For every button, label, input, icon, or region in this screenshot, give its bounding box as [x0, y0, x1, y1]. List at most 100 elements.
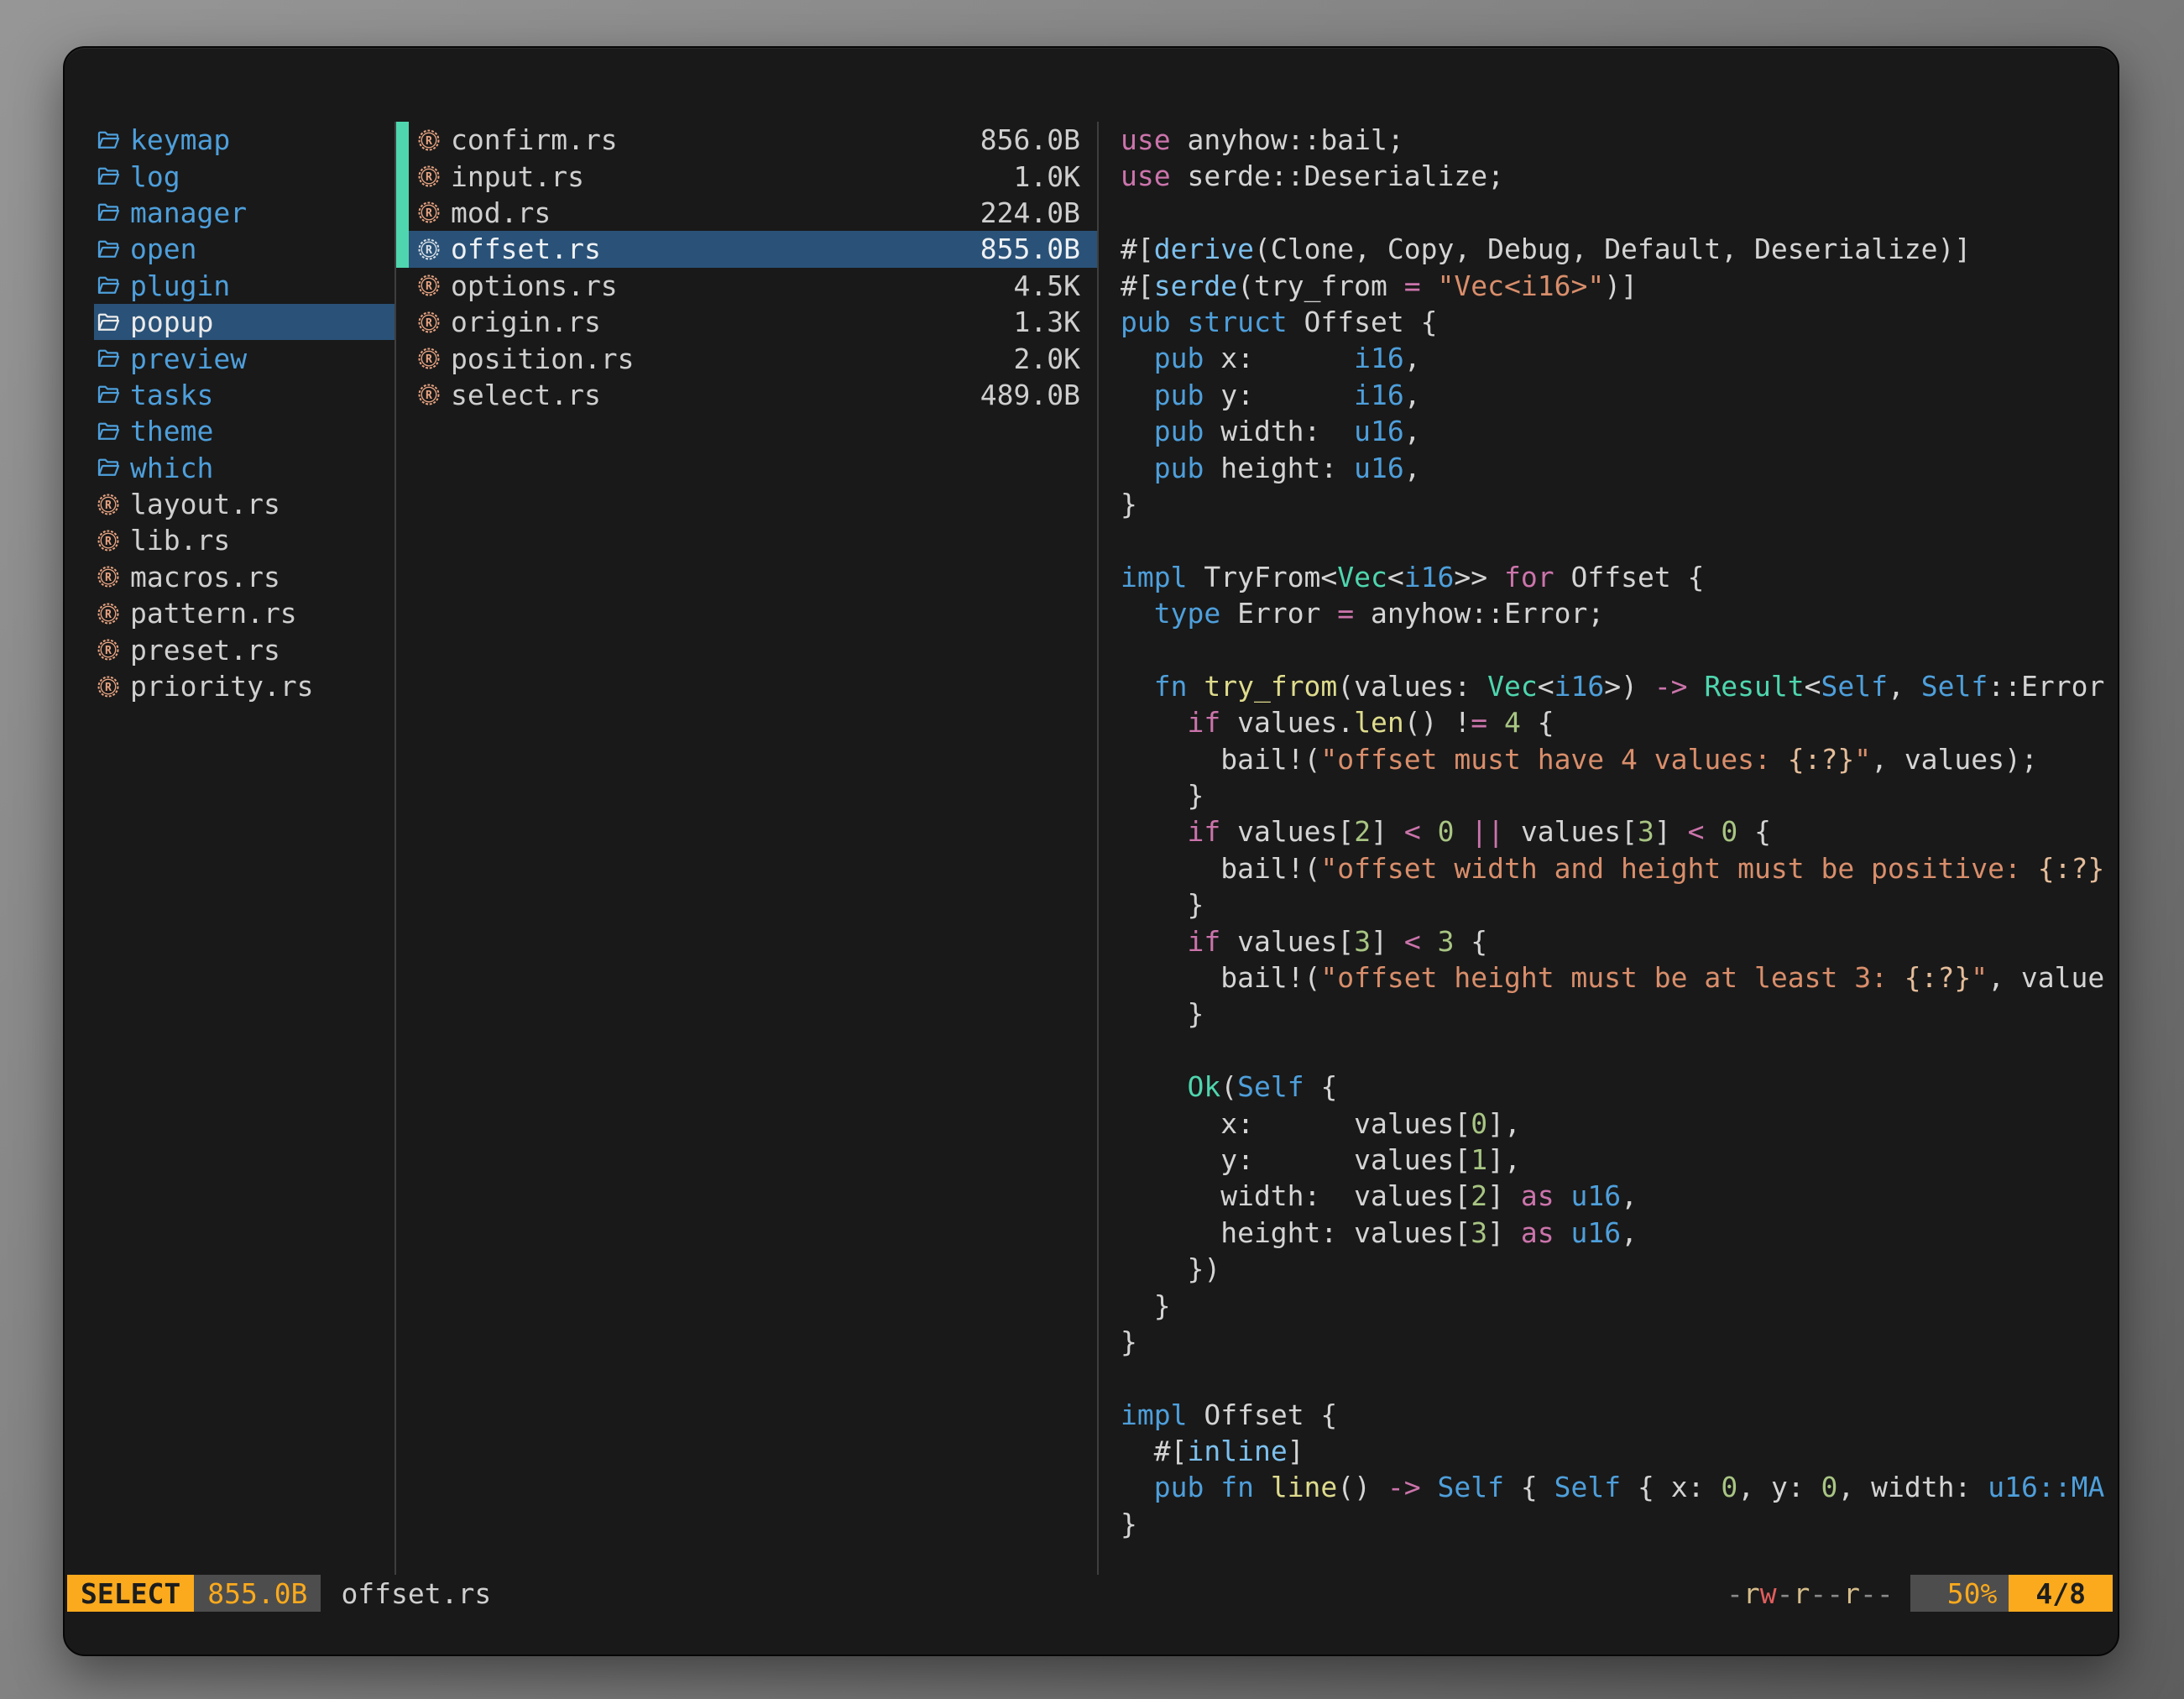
- code-line: if values[2] < 0 || values[3] < 0 {: [1121, 813, 2118, 850]
- rust-file-icon: R: [416, 310, 442, 335]
- code-line: }: [1121, 1324, 2118, 1360]
- sidebar-item-open[interactable]: open: [94, 231, 394, 267]
- file-size: 2.0K: [1014, 342, 1080, 375]
- sidebar-item-keymap[interactable]: keymap: [94, 122, 394, 158]
- permissions-text: -rw-r--r--: [1727, 1575, 1894, 1612]
- rust-file-icon: R: [416, 164, 442, 189]
- sidebar-item-plugin[interactable]: plugin: [94, 268, 394, 304]
- current-directory-pane: Rconfirm.rs 856.0B Rinput.rs 1.0K Rmod.rs 224…: [396, 122, 1097, 1575]
- status-spacer: [491, 1575, 1727, 1612]
- file-name: input.rs: [451, 160, 1005, 193]
- file-row-input-rs[interactable]: Rinput.rs 1.0K: [396, 158, 1097, 194]
- code-line: height: values[3] as u16,: [1121, 1215, 2118, 1251]
- file-row-options-rs[interactable]: Roptions.rs4.5K: [396, 268, 1097, 304]
- sidebar-item-label: open: [130, 233, 196, 265]
- mode-badge: SELECT: [67, 1575, 194, 1612]
- sidebar-item-tasks[interactable]: tasks: [94, 377, 394, 413]
- panes-container: keymap logmanageropen plugin popuppreviewta…: [65, 48, 2118, 1575]
- code-line: if values[3] < 3 {: [1121, 923, 2118, 959]
- svg-text:R: R: [105, 609, 112, 621]
- file-size: 855.0B: [980, 233, 1080, 265]
- code-line: [1121, 1360, 2118, 1396]
- sidebar-item-label: layout.rs: [130, 488, 280, 520]
- status-filename: offset.rs: [341, 1575, 491, 1612]
- svg-text:R: R: [426, 171, 432, 184]
- rust-file-icon: R: [96, 674, 121, 699]
- file-row-offset-rs[interactable]: Roffset.rs 855.0B: [396, 231, 1097, 267]
- sidebar-item-label: log: [130, 160, 180, 193]
- code-line: }: [1121, 996, 2118, 1032]
- code-line: Ok(Self {: [1121, 1069, 2118, 1105]
- code-line: impl Offset {: [1121, 1397, 2118, 1433]
- sidebar-item-log[interactable]: log: [94, 158, 394, 194]
- selection-marker: [396, 304, 409, 340]
- file-name: confirm.rs: [451, 123, 971, 156]
- sidebar-item-lib-rs[interactable]: Rlib.rs: [94, 522, 394, 558]
- sidebar-item-theme[interactable]: theme: [94, 413, 394, 449]
- code-line: pub height: u16,: [1121, 450, 2118, 486]
- code-line: bail!("offset width and height must be p…: [1121, 850, 2118, 886]
- rust-file-icon: R: [416, 200, 442, 225]
- file-size-badge: 855.0B: [194, 1575, 321, 1612]
- sidebar-item-manager[interactable]: manager: [94, 195, 394, 231]
- rust-file-icon: R: [416, 346, 442, 371]
- rust-file-icon: R: [416, 237, 442, 262]
- sidebar-item-which[interactable]: which: [94, 450, 394, 486]
- code-line: }: [1121, 886, 2118, 923]
- sidebar-item-label: macros.rs: [130, 561, 280, 593]
- sidebar-item-label: pattern.rs: [130, 597, 297, 630]
- scroll-percent-badge: 50%: [1910, 1575, 2009, 1612]
- file-row-select-rs[interactable]: Rselect.rs489.0B: [396, 377, 1097, 413]
- sidebar-item-label: popup: [130, 306, 213, 338]
- code-line: pub width: u16,: [1121, 413, 2118, 449]
- sidebar-item-popup[interactable]: popup: [94, 304, 394, 340]
- code-line: [1121, 1032, 2118, 1069]
- code-line: x: values[0],: [1121, 1106, 2118, 1142]
- cursor-position-badge: 4/8: [2009, 1575, 2113, 1612]
- sidebar-item-preview[interactable]: preview: [94, 340, 394, 376]
- sidebar-item-preset-rs[interactable]: Rpreset.rs: [94, 631, 394, 667]
- file-row-origin-rs[interactable]: Rorigin.rs 1.3K: [396, 304, 1097, 340]
- folder-icon: [96, 382, 121, 407]
- svg-text:R: R: [426, 280, 432, 293]
- sidebar-item-label: keymap: [130, 123, 230, 156]
- code-line: y: values[1],: [1121, 1142, 2118, 1178]
- code-line: pub x: i16,: [1121, 340, 2118, 376]
- file-name: mod.rs: [451, 196, 971, 229]
- sidebar-item-label: plugin: [130, 269, 230, 302]
- file-row-position-rs[interactable]: Rposition.rs2.0K: [396, 340, 1097, 376]
- parent-directory-pane: keymap logmanageropen plugin popuppreviewta…: [94, 122, 394, 1575]
- status-bar: SELECT 855.0B offset.rs -rw-r--r-- 50% 4…: [65, 1575, 2118, 1612]
- selection-marker: [396, 377, 409, 413]
- rust-file-icon: R: [96, 564, 121, 589]
- svg-text:R: R: [105, 682, 112, 694]
- svg-text:R: R: [426, 389, 432, 402]
- folder-icon: [96, 346, 121, 371]
- selection-marker: [396, 231, 409, 267]
- selection-marker: [396, 195, 409, 231]
- svg-text:R: R: [426, 353, 432, 366]
- sidebar-item-label: priority.rs: [130, 670, 314, 703]
- file-name: options.rs: [451, 269, 1005, 302]
- svg-text:R: R: [426, 135, 432, 148]
- file-size: 856.0B: [980, 123, 1080, 156]
- file-name: offset.rs: [451, 233, 971, 265]
- code-line: bail!("offset height must be at least 3:…: [1121, 959, 2118, 996]
- code-line: }): [1121, 1251, 2118, 1287]
- file-preview-pane: use anyhow::bail;use serde::Deserialize;…: [1099, 122, 2118, 1575]
- file-size: 1.0K: [1014, 160, 1080, 193]
- file-size: 1.3K: [1014, 306, 1080, 338]
- sidebar-item-layout-rs[interactable]: Rlayout.rs: [94, 486, 394, 522]
- file-row-mod-rs[interactable]: Rmod.rs 224.0B: [396, 195, 1097, 231]
- code-line: }: [1121, 1506, 2118, 1542]
- file-size: 224.0B: [980, 196, 1080, 229]
- file-row-confirm-rs[interactable]: Rconfirm.rs 856.0B: [396, 122, 1097, 158]
- svg-text:R: R: [426, 317, 432, 330]
- selection-marker: [396, 268, 409, 304]
- code-line: pub y: i16,: [1121, 377, 2118, 413]
- sidebar-item-macros-rs[interactable]: Rmacros.rs: [94, 559, 394, 595]
- sidebar-item-pattern-rs[interactable]: Rpattern.rs: [94, 595, 394, 631]
- file-name: origin.rs: [451, 306, 1005, 338]
- code-line: impl TryFrom<Vec<i16>> for Offset {: [1121, 559, 2118, 595]
- sidebar-item-priority-rs[interactable]: Rpriority.rs: [94, 668, 394, 704]
